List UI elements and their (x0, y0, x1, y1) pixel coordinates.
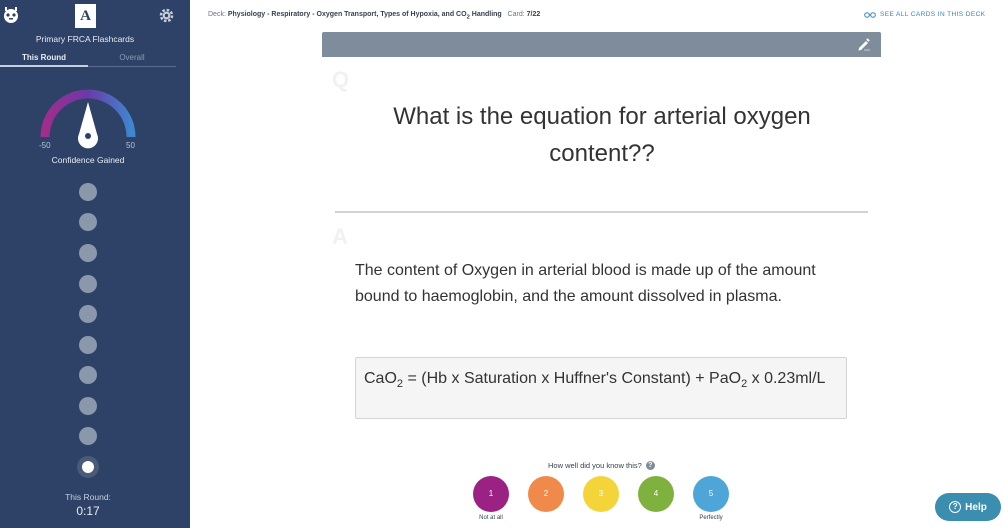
card-divider (335, 211, 868, 213)
formula-text: CaO (364, 370, 397, 387)
formula-text: = (Hb x Saturation x Huffner's Constant)… (403, 370, 742, 387)
sidebar: A Primary FRCA Flashcards This Round Ove… (0, 0, 190, 528)
rating-button-1[interactable]: 1 (473, 476, 509, 512)
progress-dot (79, 427, 97, 445)
progress-dot (79, 336, 97, 354)
brainscape-logo[interactable]: A (75, 4, 96, 28)
progress-dot (79, 213, 97, 231)
progress-dot-current (77, 456, 99, 478)
rating-prompt: How well did you know this? ? (548, 461, 655, 470)
question-mark-icon[interactable]: ? (645, 461, 655, 470)
brain-logo-icon[interactable] (2, 6, 20, 24)
progress-dot (79, 275, 97, 293)
progress-dot (79, 183, 97, 201)
confidence-gauge (40, 89, 136, 149)
formula-text: x 0.23ml/L (747, 370, 826, 387)
gauge-min-label: -50 (39, 141, 51, 150)
round-timer-label: This Round: (65, 492, 111, 502)
answer-marker: A (332, 224, 348, 249)
see-all-cards-link[interactable]: SEE ALL CARDS IN THIS DECK (864, 11, 985, 18)
sidebar-tabs: This Round Overall (0, 52, 176, 68)
help-button[interactable]: ? Help (935, 493, 1001, 521)
rating-button-4[interactable]: 4 (638, 476, 674, 512)
gauge-needle (78, 102, 98, 149)
progress-dot (79, 244, 97, 262)
see-all-label: SEE ALL CARDS IN THIS DECK (880, 11, 986, 18)
question-marker: Q (332, 67, 350, 92)
deck-title[interactable]: Physiology - Respiratory - Oxygen Transp… (227, 11, 502, 20)
answer-text: The content of Oxygen in arterial blood … (355, 262, 816, 305)
progress-dot (79, 366, 97, 384)
deck-prefix: Deck: (208, 11, 226, 18)
deck-title-text-end: Handling (469, 11, 502, 18)
edit-pencil-icon[interactable] (857, 38, 871, 51)
question-text: What is the equation for arterial oxygen… (393, 103, 811, 167)
formula-box: CaO2 = (Hb x Saturation x Huffner's Cons… (355, 357, 847, 419)
sidebar-deck-name: Primary FRCA Flashcards (35, 34, 135, 44)
deck-info: Deck: Physiology - Respiratory - Oxygen … (208, 11, 540, 20)
rating-prompt-text: How well did you know this? (548, 461, 642, 470)
help-icon: ? (949, 501, 962, 513)
rating-low-caption: Not at all (479, 515, 503, 521)
flashcard: Q What is the equation for arterial oxyg… (322, 32, 881, 450)
deck-title-text: Physiology - Respiratory - Oxygen Transp… (227, 11, 467, 18)
card-label: Card: (507, 11, 525, 18)
card-header (322, 32, 881, 57)
tab-overall[interactable]: Overall (88, 52, 176, 67)
gauge-caption: Confidence Gained (51, 155, 125, 165)
sidebar-top-bar: A (0, 0, 190, 32)
rating-high-caption: Perfectly (699, 515, 723, 521)
tab-this-round[interactable]: This Round (0, 52, 88, 67)
progress-dot (79, 305, 97, 323)
gauge-max-label: 50 (126, 141, 135, 150)
card-position: 7/22 (526, 11, 541, 18)
help-label: Help (965, 501, 987, 513)
rating-button-3[interactable]: 3 (583, 476, 619, 512)
progress-dot (79, 397, 97, 415)
rating-button-5[interactable]: 5 (693, 476, 729, 512)
round-timer: 0:17 (76, 504, 100, 518)
glasses-icon (864, 11, 876, 18)
gear-icon[interactable] (158, 7, 175, 24)
rating-button-2[interactable]: 2 (528, 476, 564, 512)
